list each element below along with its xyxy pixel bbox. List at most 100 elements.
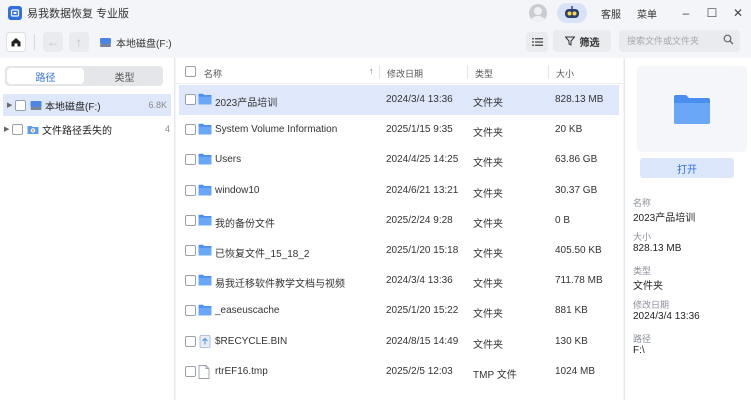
tree-item-lost-path[interactable]: ▶ 文件路径丢失的 4 (0, 118, 174, 140)
table-row[interactable]: window10 2024/6/21 13:21 文件夹 30.37 GB (179, 176, 619, 206)
close-button[interactable]: ✕ (725, 0, 751, 26)
row-checkbox[interactable] (185, 184, 196, 196)
home-button[interactable] (6, 32, 26, 52)
row-checkbox[interactable] (185, 245, 196, 256)
menu-button[interactable]: 菜单 (637, 6, 657, 21)
up-button[interactable]: ↑ (69, 32, 89, 52)
row-checkbox[interactable] (185, 275, 196, 287)
row-checkbox[interactable] (185, 365, 196, 377)
preview-area (637, 66, 747, 152)
select-all-checkbox[interactable] (185, 66, 196, 77)
column-divider[interactable] (467, 65, 468, 79)
filter-button[interactable]: 筛选 (553, 30, 611, 52)
detail-value-path: F:\ (633, 345, 645, 356)
tab-path[interactable]: 路径 (7, 68, 84, 84)
column-header-type[interactable]: 类型 (475, 67, 493, 80)
file-date: 2024/8/15 14:49 (386, 335, 459, 347)
minimize-button[interactable]: – (673, 0, 699, 26)
file-size: 881 KB (555, 305, 588, 317)
search-input[interactable] (619, 31, 719, 51)
folder-icon (198, 214, 212, 229)
table-row[interactable]: 2023产品培训 2024/3/4 13:36 文件夹 828.13 MB (179, 85, 619, 115)
table-row[interactable]: System Volume Information 2025/1/15 9:35 文… (179, 115, 619, 145)
file-name: $RECYCLE.BIN (215, 335, 288, 347)
file-size: 405.50 KB (555, 245, 602, 256)
detail-value-name: 2023产品培训 (633, 213, 696, 224)
file-date: 2025/1/20 15:18 (386, 245, 459, 256)
tree-item-local-disk[interactable]: ▶ 本地磁盘(F:) 6.8K (3, 94, 171, 116)
file-size: 63.86 GB (555, 154, 598, 166)
table-header: 名称 ↑ 修改日期 类型 大小 (176, 60, 623, 84)
toolbar: ← ↑ 本地磁盘(F:) 筛选 (0, 26, 751, 58)
list-view-button[interactable] (526, 32, 548, 52)
row-checkbox[interactable] (185, 214, 196, 226)
file-date: 2024/3/4 13:36 (386, 94, 453, 105)
column-header-date[interactable]: 修改日期 (387, 67, 423, 80)
funnel-icon (564, 36, 575, 46)
row-checkbox[interactable] (185, 335, 196, 347)
tab-type[interactable]: 类型 (86, 66, 163, 86)
back-button[interactable]: ← (43, 32, 63, 52)
file-type: 文件夹 (473, 218, 503, 230)
file-date: 2025/1/20 15:22 (386, 305, 459, 317)
customer-service-button[interactable]: 客服 (601, 6, 621, 21)
table-row[interactable]: Users 2024/4/25 14:25 文件夹 63.86 GB (179, 145, 619, 175)
breadcrumb[interactable]: 本地磁盘(F:) (99, 35, 172, 50)
row-checkbox[interactable] (185, 305, 196, 317)
lost-folder-icon (27, 125, 39, 134)
maximize-button[interactable]: ☐ (699, 0, 725, 26)
file-size: 711.78 MB (555, 275, 603, 287)
checkbox[interactable] (15, 99, 26, 111)
row-checkbox[interactable] (185, 94, 196, 105)
detail-label-name: 名称 (633, 198, 652, 208)
file-date: 2024/3/4 13:36 (386, 275, 453, 287)
table-row[interactable]: 我的备份文件 2025/2/24 9:28 文件夹 0 B (179, 206, 619, 236)
column-header-name[interactable]: 名称 (204, 67, 222, 80)
search-box[interactable] (619, 30, 740, 52)
file-type: 文件夹 (473, 309, 503, 321)
search-icon (723, 34, 734, 45)
detail-label-size: 大小 (633, 232, 652, 242)
assistant-robot-icon[interactable] (557, 3, 587, 23)
file-date: 2025/2/24 9:28 (386, 214, 453, 226)
row-checkbox[interactable] (185, 124, 196, 136)
table-row[interactable]: 已恢复文件_15_18_2 2025/1/20 15:18 文件夹 405.50 KB (179, 236, 619, 266)
file-type: 文件夹 (473, 188, 503, 200)
file-size: 30.37 GB (555, 184, 598, 196)
expand-arrow-icon[interactable]: ▶ (4, 125, 12, 133)
expand-arrow-icon[interactable]: ▶ (7, 101, 15, 109)
breadcrumb-label: 本地磁盘(F:) (116, 38, 172, 50)
tree-item-label: 本地磁盘(F:) (45, 101, 101, 113)
column-header-size[interactable]: 大小 (556, 67, 574, 80)
column-divider[interactable] (548, 65, 549, 79)
table-row[interactable]: _easeuscache 2025/1/20 15:22 文件夹 881 KB (179, 296, 619, 326)
open-button[interactable]: 打开 (640, 158, 734, 178)
disk-icon (30, 100, 42, 110)
table-row[interactable]: 易我迁移软件教学文档与视频 2024/3/4 13:36 文件夹 711.78 MB (179, 266, 619, 296)
detail-value-type: 文件夹 (633, 281, 663, 292)
file-size: 828.13 MB (555, 94, 604, 105)
column-divider[interactable] (379, 65, 380, 79)
folder-icon (198, 244, 212, 259)
table-row[interactable]: $RECYCLE.BIN 2024/8/15 14:49 文件夹 130 KB (179, 327, 619, 357)
file-size: 1024 MB (555, 365, 596, 377)
detail-label-path: 路径 (633, 334, 652, 344)
detail-value-size: 828.13 MB (633, 243, 682, 254)
row-checkbox[interactable] (185, 154, 196, 166)
details-pane: 打开 名称 2023产品培训 大小 828.13 MB 类型 文件夹 修改日期 … (624, 58, 751, 400)
detail-label-date: 修改日期 (633, 300, 670, 310)
file-name: rtrEF16.tmp (215, 365, 268, 377)
file-type: 文件夹 (473, 339, 503, 351)
checkbox[interactable] (12, 123, 23, 135)
file-type: TMP 文件 (473, 369, 517, 381)
sort-arrow-icon[interactable]: ↑ (369, 66, 374, 76)
file-list: 名称 ↑ 修改日期 类型 大小 2023产品培训 2024/3/4 13:36 文件… (176, 58, 623, 400)
file-size: 130 KB (555, 335, 588, 347)
file-name: 我的备份文件 (215, 218, 275, 230)
detail-value-date: 2024/3/4 13:36 (633, 311, 700, 322)
sidebar: 路径 类型 ▶ 本地磁盘(F:) 6.8K ▶ 文件路径丢失的 4 (0, 58, 175, 400)
title-bar: 易我数据恢复 专业版 客服 菜单 – ☐ ✕ (0, 0, 751, 26)
avatar[interactable] (529, 4, 547, 22)
folder-icon (198, 153, 212, 168)
table-row[interactable]: rtrEF16.tmp 2025/2/5 12:03 TMP 文件 1024 MB (179, 357, 619, 387)
